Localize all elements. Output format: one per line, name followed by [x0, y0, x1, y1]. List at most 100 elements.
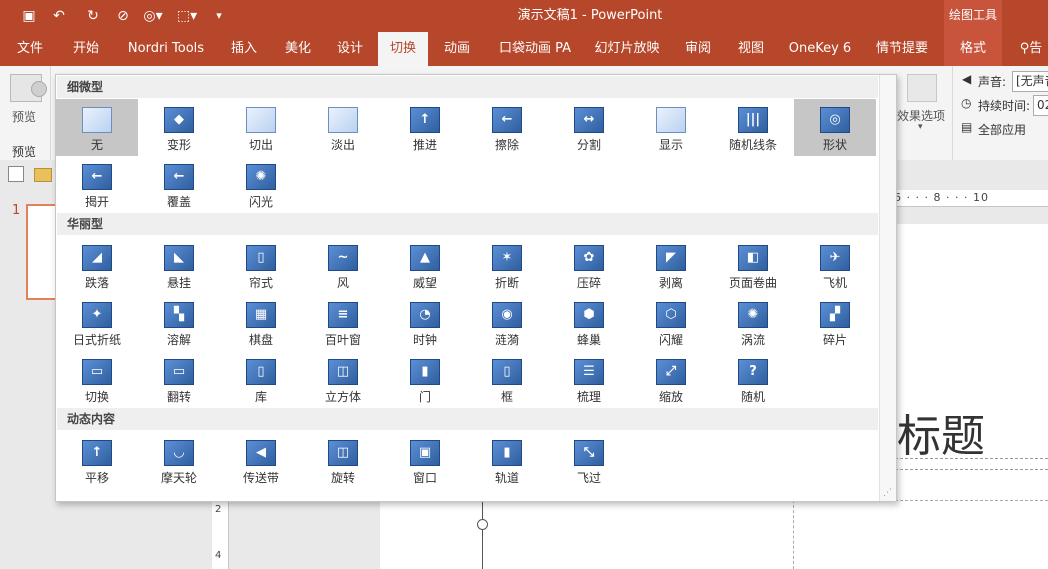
transition-item[interactable]: ◫ 立方体 — [302, 351, 384, 408]
transition-item[interactable]: ~ 风 — [302, 237, 384, 294]
save-icon[interactable]: ▣ — [20, 7, 38, 25]
preview-button-label[interactable]: 预览 — [12, 108, 36, 125]
redo-icon[interactable]: ↻ — [84, 7, 102, 25]
transition-item[interactable]: ◔ 时钟 — [384, 294, 466, 351]
transition-3-icon: ▯ — [246, 245, 276, 271]
customize-icon[interactable]: ▾ — [212, 7, 226, 25]
new-file-icon[interactable] — [8, 166, 24, 182]
transition-item[interactable]: ▮ 轨道 — [466, 432, 548, 489]
transition-item[interactable]: ⤢ 缩放 — [630, 351, 712, 408]
resize-grip-icon[interactable]: ⋰ — [883, 488, 893, 498]
apply-all-button[interactable]: 全部应用 — [978, 121, 1026, 138]
transition-item[interactable]: ◤ 剥离 — [630, 237, 712, 294]
undo-icon[interactable]: ↶ — [50, 7, 68, 25]
transition-item[interactable]: ▭ 翻转 — [138, 351, 220, 408]
transition-3-icon: ◀ — [246, 440, 276, 466]
transition-item[interactable]: 切出 — [220, 99, 302, 156]
effect-options-chevron-icon[interactable]: ▾ — [918, 122, 923, 132]
transition-item[interactable]: 淡出 — [302, 99, 384, 156]
transition-label: 棋盘 — [248, 333, 273, 347]
transition-item[interactable]: ▭ 切换 — [56, 351, 138, 408]
tab-review[interactable]: 审阅 — [676, 32, 720, 66]
tab-format[interactable]: 格式 — [944, 32, 1002, 66]
transition-item[interactable]: ◧ 页面卷曲 — [712, 237, 794, 294]
transition-item[interactable]: ✈ 飞机 — [794, 237, 876, 294]
rotation-handle[interactable] — [477, 519, 488, 530]
sound-icon: ◀ — [962, 72, 972, 86]
transition-item[interactable]: ▯ 帘式 — [220, 237, 302, 294]
transition-item[interactable]: ◎ 形状 — [794, 99, 876, 156]
transition-item[interactable]: ▦ 棋盘 — [220, 294, 302, 351]
transition-item[interactable]: ↑ 平移 — [56, 432, 138, 489]
tab-file[interactable]: 文件 — [8, 32, 52, 66]
transition-item[interactable]: 显示 — [630, 99, 712, 156]
transition-item[interactable]: ✺ 闪光 — [220, 156, 302, 213]
transition-item[interactable]: ◡ 摩天轮 — [138, 432, 220, 489]
transition-item[interactable]: ✦ 日式折纸 — [56, 294, 138, 351]
folder-icon[interactable] — [34, 168, 52, 182]
transition-item[interactable]: ◉ 涟漪 — [466, 294, 548, 351]
apply-all-icon[interactable]: ▤ — [961, 120, 972, 134]
format-painter-icon[interactable]: ⊘ — [114, 7, 132, 25]
transition-item[interactable]: ▲ 威望 — [384, 237, 466, 294]
transition-label: 悬挂 — [166, 276, 191, 290]
transition-item[interactable]: ▮ 门 — [384, 351, 466, 408]
transition-item[interactable]: ⬡ 闪耀 — [630, 294, 712, 351]
tab-transitions[interactable]: 切换 — [378, 32, 428, 66]
transition-item[interactable]: ◣ 悬挂 — [138, 237, 220, 294]
transition-item[interactable]: ||| 随机线条 — [712, 99, 794, 156]
transition-item[interactable]: ✶ 折断 — [466, 237, 548, 294]
slide-title-text[interactable]: 标题 — [897, 400, 985, 464]
transition-8-icon: ◤ — [656, 245, 686, 271]
selection-icon[interactable]: ⬚▾ — [172, 7, 202, 25]
tab-storyboard[interactable]: 情节提要 — [868, 32, 936, 66]
duration-input[interactable]: 02 — [1033, 95, 1048, 116]
effect-options-icon[interactable] — [907, 74, 937, 102]
transition-item[interactable]: ☰ 梳理 — [548, 351, 630, 408]
tab-view[interactable]: 视图 — [730, 32, 772, 66]
tab-onekey[interactable]: OneKey 6 — [784, 32, 856, 66]
transition-item[interactable]: ▯ 库 — [220, 351, 302, 408]
transition-item[interactable]: ◆ 变形 — [138, 99, 220, 156]
shape-icon[interactable]: ◎▾ — [140, 7, 166, 25]
transition-item[interactable]: ⬢ 蜂巢 — [548, 294, 630, 351]
transition-item[interactable]: ≡ 百叶窗 — [302, 294, 384, 351]
transition-item[interactable]: ◀ 传送带 — [220, 432, 302, 489]
tab-beautify[interactable]: 美化 — [276, 32, 320, 66]
transition-26-icon: ▯ — [492, 359, 522, 385]
transition-item[interactable]: ✺ 涡流 — [712, 294, 794, 351]
tab-slideshow[interactable]: 幻灯片放映 — [592, 32, 662, 66]
tab-insert[interactable]: 插入 — [222, 32, 266, 66]
gallery-scrollbar[interactable] — [879, 75, 896, 501]
transition-22-icon: ▭ — [164, 359, 194, 385]
transition-item[interactable]: ◢ 跌落 — [56, 237, 138, 294]
transition-gallery: ⋰ 细微型无 ◆ 变形 切出 淡出 ↑ 推进 ← 擦除 ↔ 分割 显示 ||| 随机线条 ◎ 形状 ← 揭开 ← 覆盖… — [55, 74, 897, 502]
tab-design[interactable]: 设计 — [328, 32, 372, 66]
tell-me-label[interactable]: ⚲告 — [1014, 32, 1048, 66]
transition-item[interactable]: ✿ 压碎 — [548, 237, 630, 294]
tab-animations[interactable]: 动画 — [436, 32, 478, 66]
transition-item[interactable]: ← 揭开 — [56, 156, 138, 213]
transition-item[interactable]: ↑ 推进 — [384, 99, 466, 156]
transition-item[interactable]: ← 覆盖 — [138, 156, 220, 213]
transition-label: 窗口 — [412, 471, 437, 485]
transition-label: 涟漪 — [494, 333, 519, 347]
transition-item[interactable]: ▣ 窗口 — [384, 432, 466, 489]
transition-label: 变形 — [166, 138, 191, 152]
transition-item[interactable]: 无 — [56, 99, 138, 156]
transition-item[interactable]: ⤡ 飞过 — [548, 432, 630, 489]
transition-item[interactable]: ↔ 分割 — [548, 99, 630, 156]
transition-item[interactable]: ▚ 溶解 — [138, 294, 220, 351]
transition-item[interactable]: ◫ 旋转 — [302, 432, 384, 489]
transition-item[interactable]: ▞ 碎片 — [794, 294, 876, 351]
tab-pocket-animation[interactable]: 口袋动画 PA — [494, 32, 576, 66]
sound-select[interactable]: [无声音] — [1012, 71, 1048, 92]
transition-label: 旋转 — [330, 471, 355, 485]
transition-item[interactable]: ? 随机 — [712, 351, 794, 408]
transition-item[interactable]: ▯ 框 — [466, 351, 548, 408]
transition-24-icon: ◫ — [328, 359, 358, 385]
tab-nordri-tools[interactable]: Nordri Tools — [120, 32, 212, 66]
tab-home[interactable]: 开始 — [62, 32, 110, 66]
preview-icon[interactable] — [10, 74, 47, 102]
transition-item[interactable]: ← 擦除 — [466, 99, 548, 156]
